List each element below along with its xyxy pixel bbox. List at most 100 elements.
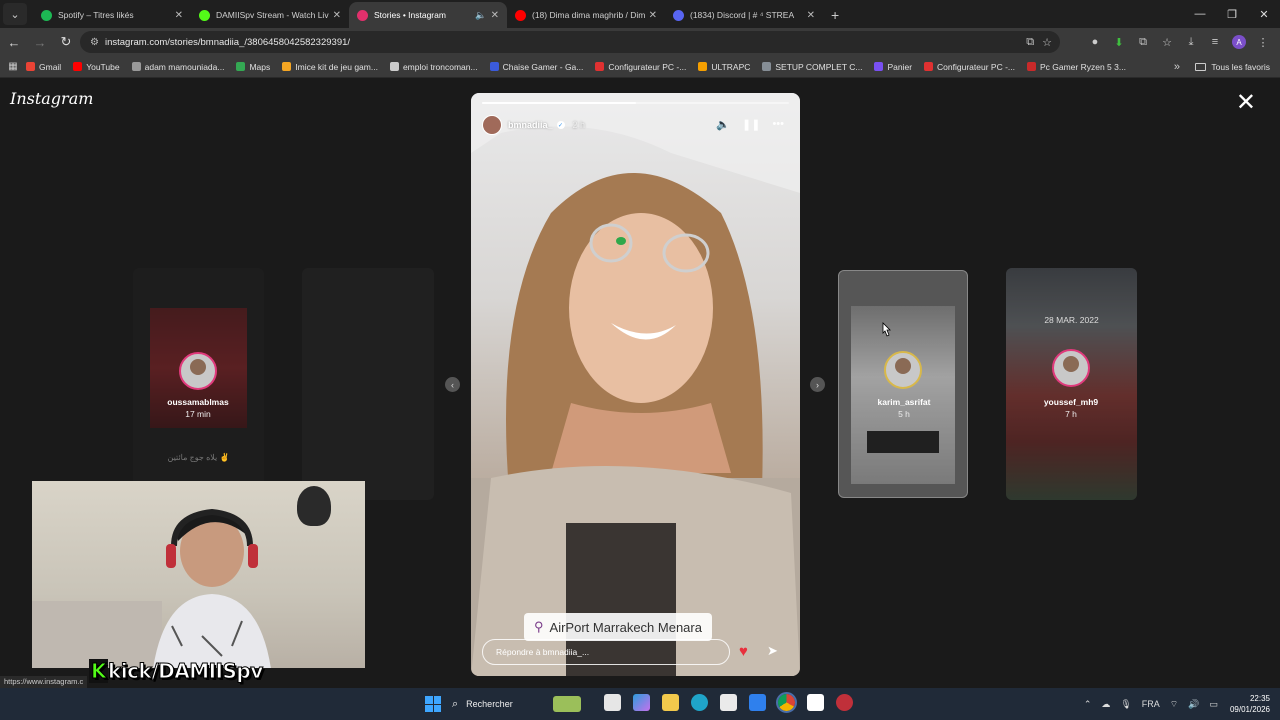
download-extension-icon[interactable]: ⬇: [1112, 36, 1126, 49]
browser-tab[interactable]: (18) Dima dima maghrib / Dim ✕: [507, 2, 665, 28]
address-bar[interactable]: ⚙ instagram.com/stories/bmnadiia_/380645…: [80, 31, 1060, 53]
browser-tab[interactable]: (1834) Discord | # ⁴ STREA ✕: [665, 2, 823, 28]
instagram-logo[interactable]: Instagram: [10, 89, 93, 108]
bookmarks-bar: ▦ Gmail YouTube adam mamouniada... Maps Imic…: [0, 56, 1280, 78]
story-caption: يلاه جوج مائتين ✌: [167, 453, 230, 462]
extension-icon[interactable]: ●: [1088, 36, 1102, 48]
location-sticker[interactable]: ⚲ AirPort Marrakech Menara: [524, 613, 712, 641]
chrome-icon[interactable]: [776, 692, 797, 713]
start-menu-icon[interactable]: [425, 696, 441, 712]
new-tab-button[interactable]: +: [831, 7, 839, 23]
back-icon[interactable]: ←: [2, 31, 26, 53]
edge-icon[interactable]: [691, 694, 708, 711]
media-control-icon[interactable]: ≡: [1208, 36, 1222, 48]
bookmark-item[interactable]: Gmail: [26, 62, 61, 72]
downloads-icon[interactable]: ⤓: [1184, 36, 1198, 49]
network-app-icon[interactable]: ☁: [1101, 699, 1110, 710]
story-preview-card[interactable]: karim_asrifat 5 h: [838, 270, 968, 498]
tab-close-icon[interactable]: ✕: [333, 10, 341, 21]
bookmark-star-icon[interactable]: ☆: [1042, 36, 1052, 49]
send-icon[interactable]: ➤: [767, 643, 778, 659]
story-preview-card[interactable]: 28 MAR. 2022 youssef_mh9 7 h: [1006, 268, 1137, 500]
battery-icon[interactable]: ▭: [1209, 699, 1218, 710]
reply-input[interactable]: Répondre à bmnadiia_...: [482, 639, 730, 665]
next-story-button[interactable]: ›: [810, 377, 825, 392]
status-bar-url: https://www.instagram.c: [0, 676, 88, 688]
browser-tab[interactable]: Stories • Instagram 🔈 ✕: [349, 2, 507, 28]
story-user-avatar: [1052, 349, 1090, 387]
task-view-icon[interactable]: [604, 694, 621, 711]
bookmark-item[interactable]: emploi troncoman...: [389, 62, 478, 72]
bookmark-label: Configurateur PC -...: [608, 61, 687, 72]
bookmark-item[interactable]: Configurateur PC -...: [595, 62, 686, 72]
bookmark-item[interactable]: Chaise Gamer - Ga...: [489, 62, 583, 72]
bookmark-item[interactable]: ULTRAPC: [698, 62, 750, 72]
menu-kebab-icon[interactable]: ⋮: [1256, 36, 1270, 49]
file-explorer-icon[interactable]: [662, 694, 679, 711]
active-story[interactable]: bmnadiia_ ✓ 2 h 🔈 ❚❚ ••• ⚲ AirPort Marra…: [471, 93, 800, 676]
tray-overflow-icon[interactable]: ⌃: [1084, 699, 1092, 710]
bookmark-label: Gmail: [39, 61, 62, 72]
bookmark-item[interactable]: Pc Gamer Ryzen 5 3...: [1026, 62, 1126, 72]
bookmark-item[interactable]: Configurateur PC -...: [924, 62, 1015, 72]
close-window-icon[interactable]: ✕: [1248, 0, 1280, 28]
language-indicator[interactable]: FRA: [1142, 699, 1160, 709]
bookmark-item[interactable]: YouTube: [73, 61, 120, 72]
tab-close-icon[interactable]: ✕: [175, 10, 183, 21]
wifi-icon[interactable]: ⌔: [1170, 699, 1178, 710]
tab-close-icon[interactable]: ✕: [807, 10, 815, 21]
clock[interactable]: 22:35 09/01/2026: [1230, 693, 1270, 715]
taskbar-search[interactable]: ⌕ Rechercher: [452, 693, 592, 715]
site-info-icon[interactable]: ⚙: [90, 37, 99, 48]
tab-search-button[interactable]: ⌄: [3, 3, 27, 25]
steam-icon[interactable]: [836, 694, 853, 711]
store-icon[interactable]: [720, 694, 737, 711]
close-icon[interactable]: ✕: [1236, 91, 1256, 115]
bookmark-item[interactable]: adam mamouniada...: [131, 62, 224, 72]
volume-icon[interactable]: 🔊: [1188, 699, 1199, 710]
kick-channel-overlay: Kkick/DAMIISpv: [89, 659, 264, 684]
story-preview-card[interactable]: oussamablmas 17 min يلاه جوج مائتين ✌: [133, 268, 264, 500]
copilot-icon[interactable]: [633, 694, 650, 711]
bookmark-item[interactable]: Panier: [874, 62, 912, 72]
forward-icon[interactable]: →: [28, 31, 52, 53]
browser-tab[interactable]: DAMIISpv Stream - Watch Live ✕: [191, 2, 349, 28]
previous-story-button[interactable]: ‹: [445, 377, 460, 392]
apps-grid-icon[interactable]: ▦: [0, 61, 26, 72]
tab-audio-icon[interactable]: 🔈: [475, 10, 486, 21]
extensions-puzzle-icon[interactable]: ⧉: [1136, 36, 1150, 49]
more-options-icon[interactable]: •••: [772, 118, 784, 131]
bookmarks-icon[interactable]: ☆: [1160, 36, 1174, 49]
bookmark-favicon-icon: [698, 62, 708, 71]
profile-avatar[interactable]: A: [1232, 35, 1246, 49]
folder-icon: [1195, 62, 1207, 71]
bookmarks-overflow-icon[interactable]: »: [1174, 61, 1180, 73]
bookmark-item[interactable]: Maps: [236, 62, 270, 72]
minimize-icon[interactable]: —: [1184, 0, 1216, 28]
tab-title: Spotify – Titres likés: [58, 10, 134, 20]
bookmark-item[interactable]: Imice kit de jeu gam...: [282, 62, 378, 72]
story-preview-card[interactable]: [302, 268, 434, 500]
reload-icon[interactable]: ↻: [54, 31, 78, 53]
story-author-name[interactable]: bmnadiia_: [508, 120, 553, 130]
bookmark-label: YouTube: [86, 61, 120, 72]
mute-icon[interactable]: 🔈: [716, 118, 730, 131]
pause-icon[interactable]: ❚❚: [742, 118, 760, 131]
bookmark-favicon-icon: [236, 62, 246, 71]
microphone-icon[interactable]: 🎙: [1120, 699, 1131, 710]
story-date: 28 MAR. 2022: [1044, 315, 1099, 325]
tab-title: Stories • Instagram: [374, 10, 446, 20]
install-app-icon[interactable]: ⧉: [1026, 36, 1034, 49]
tab-close-icon[interactable]: ✕: [649, 10, 657, 21]
location-pin-icon: ⚲: [534, 619, 544, 634]
browser-tab[interactable]: Spotify – Titres likés ✕: [33, 2, 191, 28]
tab-close-icon[interactable]: ✕: [491, 10, 499, 21]
story-author-avatar[interactable]: [482, 115, 502, 135]
app-icon[interactable]: [749, 694, 766, 711]
all-bookmarks-folder[interactable]: Tous les favoris: [1195, 62, 1270, 72]
tab-favicon-icon: [673, 9, 684, 21]
maximize-icon[interactable]: ❐: [1216, 0, 1248, 28]
capcut-icon[interactable]: [807, 694, 824, 711]
bookmark-item[interactable]: SETUP COMPLET C...: [762, 62, 862, 72]
heart-icon[interactable]: ♥: [739, 643, 748, 660]
